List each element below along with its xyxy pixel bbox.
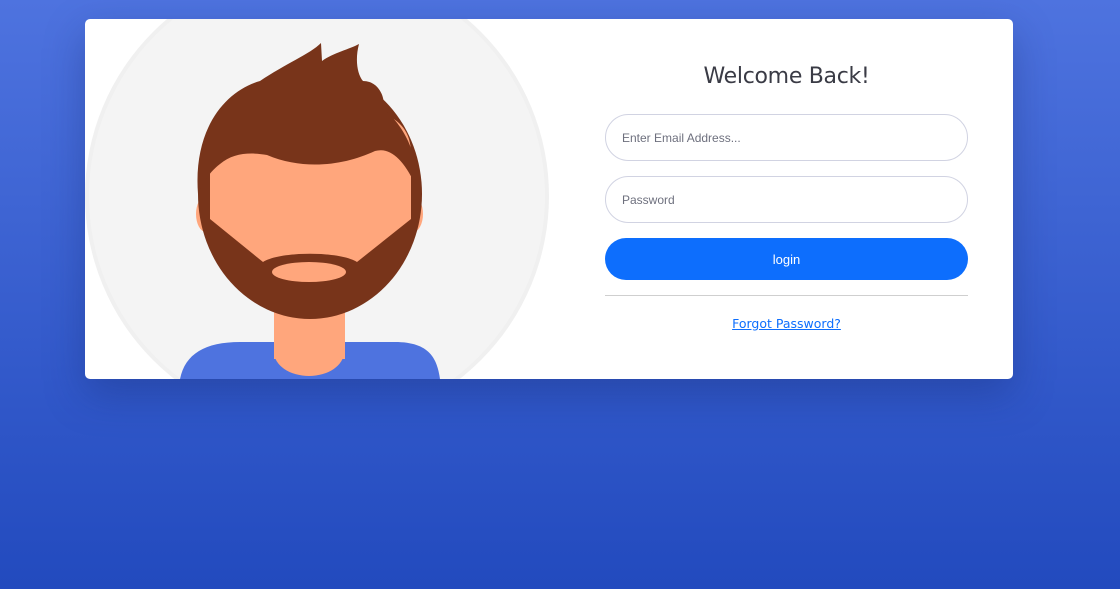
- email-input[interactable]: [605, 114, 968, 161]
- avatar-illustration: [85, 19, 555, 379]
- password-input[interactable]: [605, 176, 968, 223]
- login-card: Welcome Back! login Forgot Password?: [85, 19, 1013, 379]
- page-title: Welcome Back!: [703, 64, 870, 89]
- forgot-password-link[interactable]: Forgot Password?: [605, 316, 968, 331]
- divider: [605, 295, 968, 296]
- login-button[interactable]: login: [605, 238, 968, 280]
- login-form: Welcome Back! login Forgot Password?: [605, 19, 968, 379]
- avatar-icon: [85, 19, 549, 379]
